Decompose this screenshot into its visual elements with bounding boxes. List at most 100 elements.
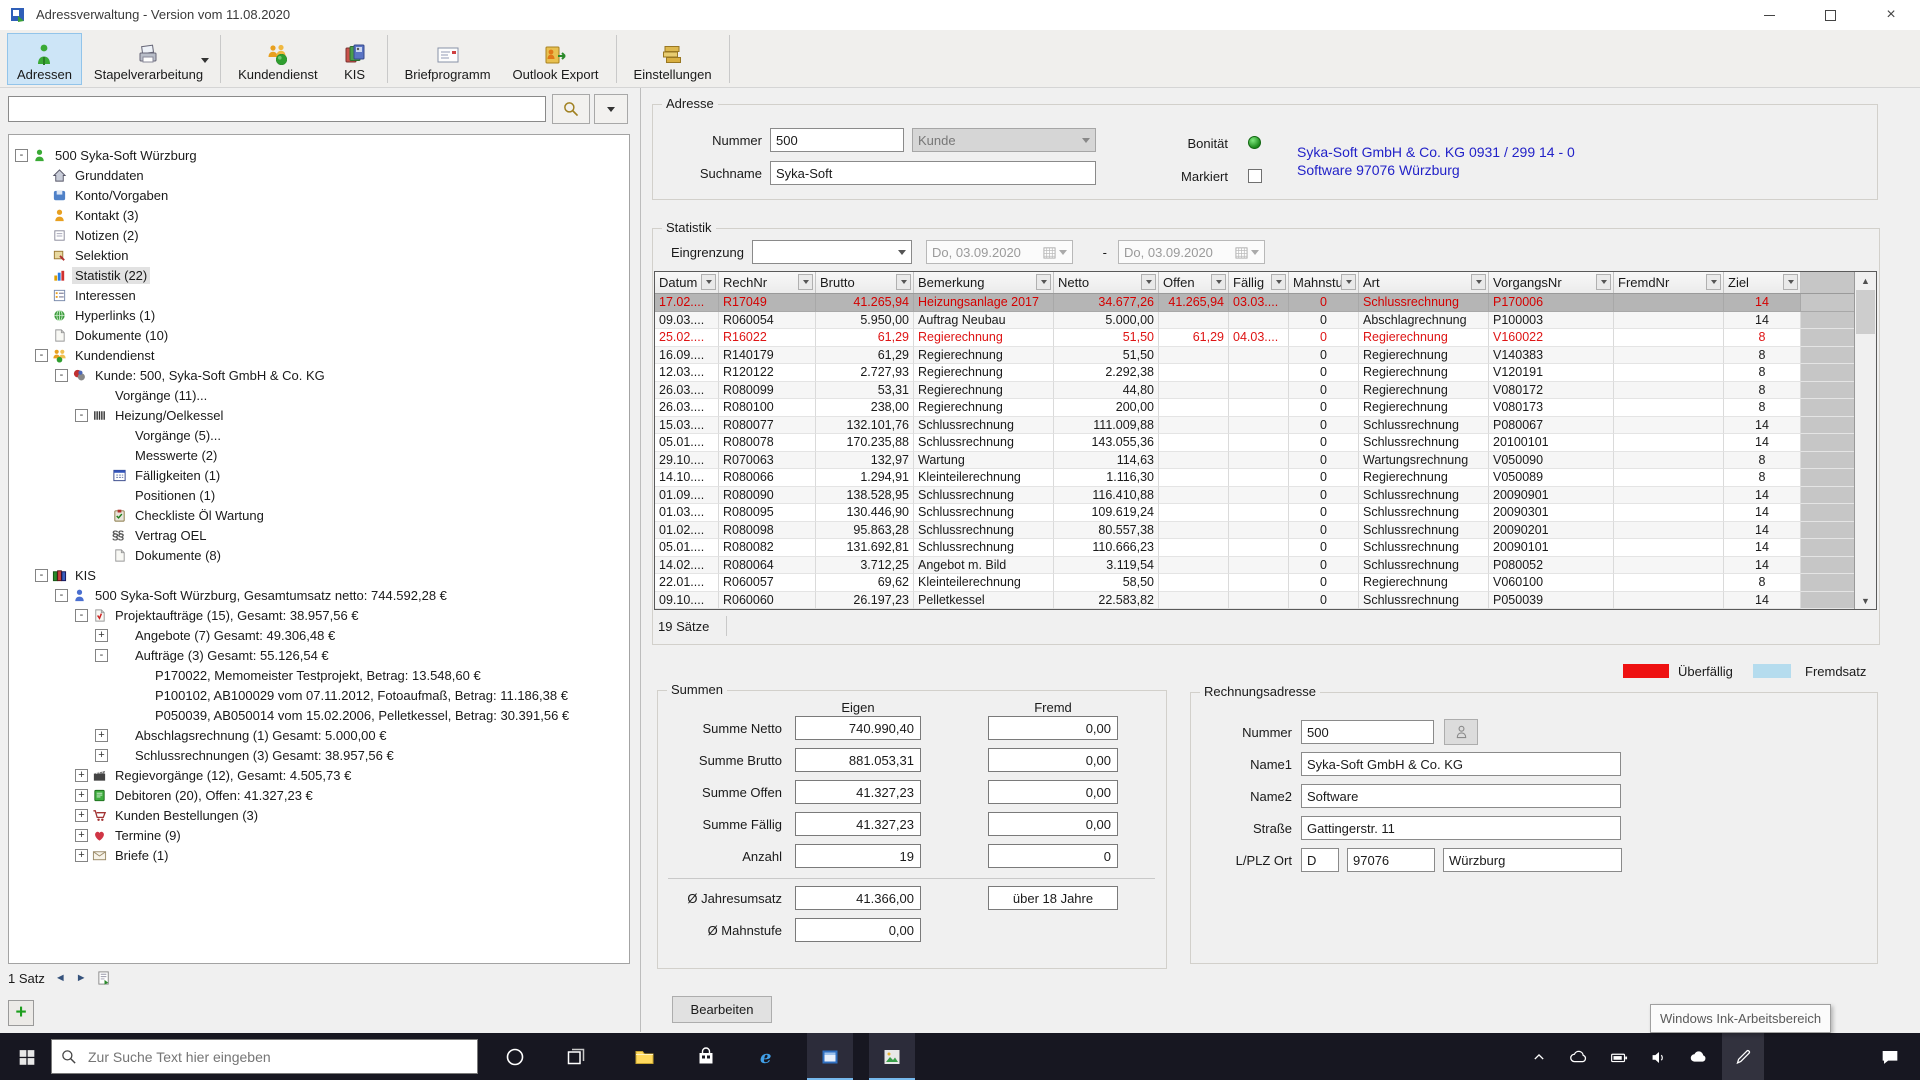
eingrenzung-dropdown[interactable]: [752, 240, 912, 264]
tree-item[interactable]: P050039, AB050014 vom 15.02.2006, Pellet…: [115, 705, 572, 725]
tree-item[interactable]: Dokumente (8): [95, 545, 224, 565]
collapse-icon[interactable]: -: [35, 569, 48, 582]
file-explorer-button[interactable]: [621, 1033, 667, 1080]
column-header-mahnstufe[interactable]: Mahnstufe: [1289, 272, 1359, 293]
table-row[interactable]: 01.02....R08009895.863,28Schlussrechnung…: [655, 522, 1876, 540]
scroll-up-icon[interactable]: ▲: [1855, 272, 1876, 289]
tree-item[interactable]: P100102, AB100029 vom 07.11.2012, Fotoau…: [115, 685, 571, 705]
filter-dropdown-icon[interactable]: [1271, 274, 1286, 290]
expand-icon[interactable]: +: [75, 809, 88, 822]
tree-item[interactable]: Selektion: [35, 245, 131, 265]
table-row[interactable]: 01.03....R080095130.446,90Schlussrechnun…: [655, 504, 1876, 522]
table-row[interactable]: 22.01....R06005769,62Kleinteilerechnung5…: [655, 574, 1876, 592]
date-from-field[interactable]: Do, 03.09.2020: [926, 240, 1073, 264]
ra-land-field[interactable]: D: [1301, 848, 1339, 872]
toolbar-button-kis[interactable]: KIS: [330, 33, 380, 85]
toolbar-button-stapelverarbeitung[interactable]: Stapelverarbeitung: [84, 33, 213, 85]
table-row[interactable]: 15.03....R080077132.101,76Schlussrechnun…: [655, 417, 1876, 435]
tree-item[interactable]: Checkliste Öl Wartung: [95, 505, 267, 525]
ra-ort-field[interactable]: Würzburg: [1443, 848, 1622, 872]
tree-item[interactable]: +Kunden Bestellungen (3): [75, 805, 261, 825]
next-record-icon[interactable]: ►: [76, 972, 87, 984]
table-row[interactable]: 12.03....R1201222.727,93Regierechnung2.2…: [655, 364, 1876, 382]
tree-item[interactable]: Hyperlinks (1): [35, 305, 158, 325]
table-row[interactable]: 25.02....R1602261,29Regierechnung51,5061…: [655, 329, 1876, 347]
search-options-button[interactable]: [594, 94, 628, 124]
column-header-fällig[interactable]: Fällig: [1229, 272, 1289, 293]
toolbar-button-einstellungen[interactable]: Einstellungen: [624, 33, 722, 85]
column-header-offen[interactable]: Offen: [1159, 272, 1229, 293]
tree-item[interactable]: +Schlussrechnungen (3) Gesamt: 38.957,56…: [95, 745, 397, 765]
tree-item[interactable]: +Termine (9): [75, 825, 184, 845]
column-header-art[interactable]: Art: [1359, 272, 1489, 293]
expand-icon[interactable]: +: [75, 769, 88, 782]
tree-item[interactable]: -Projektaufträge (15), Gesamt: 38.957,56…: [75, 605, 362, 625]
scrollbar-thumb[interactable]: [1856, 290, 1875, 334]
image-app-button[interactable]: [869, 1033, 915, 1080]
collapse-icon[interactable]: -: [55, 369, 68, 382]
cortana-button[interactable]: [492, 1033, 538, 1080]
export-icon[interactable]: [97, 970, 112, 986]
table-scrollbar[interactable]: ▲ ▼: [1854, 272, 1876, 609]
collapse-icon[interactable]: -: [15, 149, 28, 162]
table-row[interactable]: 09.10....R06006026.197,23Pelletkessel22.…: [655, 592, 1876, 610]
column-header-fremdnr[interactable]: FremdNr: [1614, 272, 1724, 293]
ra-plz-field[interactable]: 97076: [1347, 848, 1435, 872]
tree-item[interactable]: Kontakt (3): [35, 205, 142, 225]
tree-item[interactable]: +Briefe (1): [75, 845, 171, 865]
maximize-button[interactable]: [1807, 0, 1853, 30]
tree-item[interactable]: Dokumente (10): [35, 325, 171, 345]
toolbar-button-adressen[interactable]: Adressen: [7, 33, 82, 85]
tray-battery-button[interactable]: [1600, 1033, 1638, 1080]
tray-onedrive-button[interactable]: [1680, 1033, 1718, 1080]
edge-button[interactable]: e: [745, 1033, 791, 1080]
filter-dropdown-icon[interactable]: [1211, 274, 1226, 290]
minimize-button[interactable]: [1746, 0, 1792, 30]
tree-item[interactable]: Fälligkeiten (1): [95, 465, 223, 485]
tree-item[interactable]: -Kunde: 500, Syka-Soft GmbH & Co. KG: [55, 365, 328, 385]
column-header-brutto[interactable]: Brutto: [816, 272, 914, 293]
expand-icon[interactable]: +: [75, 829, 88, 842]
search-button[interactable]: [552, 94, 590, 124]
tree-item[interactable]: +Abschlagsrechnung (1) Gesamt: 5.000,00 …: [95, 725, 389, 745]
taskbar-search[interactable]: [51, 1039, 478, 1074]
column-header-bemerkung[interactable]: Bemerkung: [914, 272, 1054, 293]
tree-item[interactable]: +Debitoren (20), Offen: 41.327,23 €: [75, 785, 316, 805]
expand-icon[interactable]: +: [95, 749, 108, 762]
ra-name1-field[interactable]: Syka-Soft GmbH & Co. KG: [1301, 752, 1621, 776]
tree-item[interactable]: Konto/Vorgaben: [35, 185, 171, 205]
column-header-ziel[interactable]: Ziel: [1724, 272, 1801, 293]
start-button[interactable]: [4, 1033, 50, 1080]
tree-item[interactable]: -KIS: [35, 565, 99, 585]
tray-expand-button[interactable]: [1522, 1033, 1556, 1080]
tree-item[interactable]: Positionen (1): [95, 485, 218, 505]
tree-item[interactable]: +Regievorgänge (12), Gesamt: 4.505,73 €: [75, 765, 354, 785]
ra-name2-field[interactable]: Software: [1301, 784, 1621, 808]
ra-nummer-field[interactable]: 500: [1301, 720, 1434, 744]
tree-item[interactable]: Notizen (2): [35, 225, 142, 245]
table-row[interactable]: 14.02....R0800643.712,25Angebot m. Bild3…: [655, 557, 1876, 575]
table-row[interactable]: 26.03....R08009953,31Regierechnung44,800…: [655, 382, 1876, 400]
filter-dropdown-icon[interactable]: [1471, 274, 1486, 290]
tree-item[interactable]: -500 Syka-Soft Würzburg, Gesamtumsatz ne…: [55, 585, 450, 605]
add-record-button[interactable]: +: [8, 1000, 34, 1026]
action-center-button[interactable]: [1868, 1033, 1912, 1080]
date-to-field[interactable]: Do, 03.09.2020: [1118, 240, 1265, 264]
collapse-icon[interactable]: -: [95, 649, 108, 662]
tree-item[interactable]: Statistik (22): [35, 265, 150, 285]
tree-item[interactable]: -Kundendienst: [35, 345, 158, 365]
tree-item[interactable]: Grunddaten: [35, 165, 147, 185]
tree-item[interactable]: +Angebote (7) Gesamt: 49.306,48 €: [95, 625, 338, 645]
filter-dropdown-icon[interactable]: [701, 274, 716, 290]
tree-item[interactable]: Vorgänge (11)...: [75, 385, 210, 405]
filter-dropdown-icon[interactable]: [1341, 274, 1356, 290]
tree-item[interactable]: Interessen: [35, 285, 139, 305]
column-header-rechnr[interactable]: RechNr: [719, 272, 816, 293]
prev-record-icon[interactable]: ◄: [55, 972, 66, 984]
filter-dropdown-icon[interactable]: [1706, 274, 1721, 290]
filter-dropdown-icon[interactable]: [1783, 274, 1798, 290]
toolbar-button-outlook-export[interactable]: Outlook Export: [503, 33, 609, 85]
table-row[interactable]: 16.09....R14017961,29Regierechnung51,500…: [655, 347, 1876, 365]
markiert-checkbox[interactable]: [1248, 169, 1262, 183]
expand-icon[interactable]: +: [95, 629, 108, 642]
